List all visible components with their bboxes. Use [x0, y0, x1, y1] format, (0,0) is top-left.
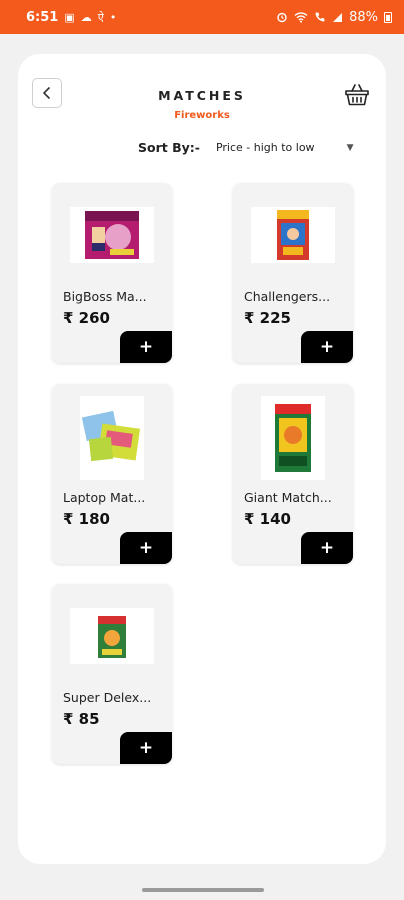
status-time: 6:51	[26, 9, 59, 25]
product-name: BigBoss Ma...	[63, 289, 147, 304]
basket-button[interactable]	[342, 80, 372, 110]
challengers-box-image	[277, 210, 309, 260]
add-to-cart-button[interactable]: +	[301, 331, 353, 363]
super-delex-box-image	[98, 616, 126, 658]
product-image	[70, 608, 154, 664]
battery-icon	[384, 11, 392, 23]
cloud-icon: ☁	[80, 10, 92, 24]
page-title: MATCHES	[158, 88, 246, 103]
product-image	[261, 396, 325, 480]
signal-icon	[333, 12, 343, 22]
product-panel: MATCHES Fireworks Sort By:- Price - high…	[18, 54, 386, 864]
page-subtitle: Fireworks	[174, 110, 230, 121]
product-price: ₹ 85	[63, 710, 100, 728]
bigboss-box-image	[85, 211, 139, 259]
product-name: Laptop Mat...	[63, 490, 146, 505]
plus-icon: +	[138, 538, 154, 558]
product-price: ₹ 225	[244, 309, 291, 327]
product-name: Super Delex...	[63, 690, 152, 705]
product-card-challengers[interactable]: Challengers... ₹ 225 +	[233, 183, 353, 363]
product-price: ₹ 140	[244, 510, 291, 528]
sort-dropdown[interactable]: Price - high to low ▼	[216, 141, 354, 154]
status-bar: 6:51 ▣ ☁ ऐ • 88%	[0, 0, 404, 34]
plus-icon: +	[138, 337, 154, 357]
basket-icon	[345, 84, 369, 106]
product-price: ₹ 260	[63, 309, 110, 327]
product-card-laptop[interactable]: Laptop Mat... ₹ 180 +	[52, 384, 172, 564]
add-to-cart-button[interactable]: +	[120, 732, 172, 764]
product-card-giant[interactable]: Giant Match... ₹ 140 +	[233, 384, 353, 564]
wifi-icon	[294, 12, 308, 23]
product-price: ₹ 180	[63, 510, 110, 528]
laptop-box-image	[82, 410, 141, 462]
product-card-bigboss[interactable]: BigBoss Ma... ₹ 260 +	[52, 183, 172, 363]
gallery-icon: ▣	[64, 10, 75, 24]
status-bar-right: 88%	[276, 10, 392, 25]
product-image	[251, 207, 335, 263]
plus-icon: +	[319, 538, 335, 558]
sort-row: Sort By:- Price - high to low ▼	[138, 140, 353, 155]
add-to-cart-button[interactable]: +	[120, 532, 172, 564]
add-to-cart-button[interactable]: +	[301, 532, 353, 564]
dropdown-arrow-icon: ▼	[346, 142, 354, 153]
product-name: Challengers...	[244, 289, 331, 304]
call-icon	[315, 12, 325, 22]
product-image	[70, 207, 154, 263]
battery-percent: 88%	[349, 9, 378, 25]
alarm-icon	[277, 12, 287, 23]
sort-label: Sort By:-	[138, 140, 200, 155]
giant-box-image	[275, 404, 311, 472]
dot-icon: •	[109, 10, 117, 24]
product-image	[80, 396, 144, 480]
status-bar-left: 6:51 ▣ ☁ ऐ •	[26, 10, 116, 25]
plus-icon: +	[138, 738, 154, 758]
sort-value: Price - high to low	[215, 141, 315, 154]
add-to-cart-button[interactable]: +	[120, 331, 172, 363]
devanagari-icon: ऐ	[97, 10, 104, 24]
plus-icon: +	[319, 337, 335, 357]
home-indicator[interactable]	[142, 888, 264, 892]
product-name: Giant Match...	[244, 490, 332, 505]
product-card-super-delex[interactable]: Super Delex... ₹ 85 +	[52, 584, 172, 764]
